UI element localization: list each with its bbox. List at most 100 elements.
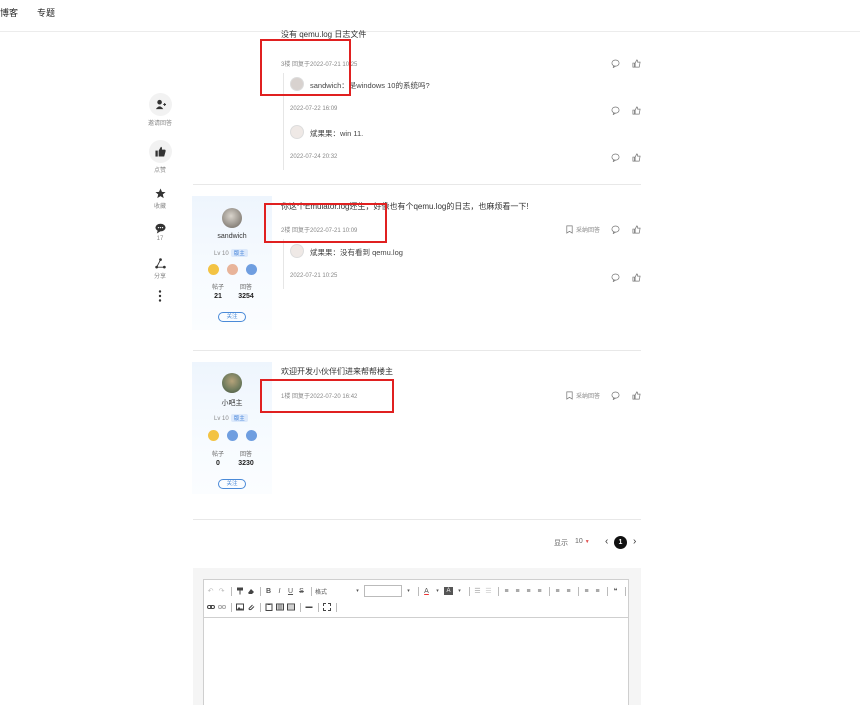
- float-more[interactable]: [135, 290, 185, 302]
- follow-button[interactable]: 关注: [218, 479, 246, 489]
- comment-icon[interactable]: [611, 106, 620, 115]
- post1-content: 欢迎开发小伙伴们进来帮帮楼主: [281, 367, 393, 376]
- image-icon[interactable]: [235, 602, 244, 613]
- chevron-down-icon[interactable]: ▾: [455, 586, 464, 597]
- bold-icon[interactable]: B: [264, 586, 273, 597]
- comment-icon[interactable]: [611, 225, 620, 234]
- align-left-icon[interactable]: ≡: [502, 586, 511, 597]
- user-card-sandwich: sandwich Lv 10 版主 帖子 回答 21 3254 关注: [192, 196, 272, 330]
- post2-reply1-time: 2022-07-21 10:25: [290, 273, 338, 279]
- align-center-icon[interactable]: ≡: [513, 586, 522, 597]
- user-name[interactable]: sandwich: [192, 233, 272, 240]
- editor-toolbar: ↶ ↷ B I U S 格式 ▾ ▾ A ▾ A ▾ ☰ ☰ ≡ ≡ ≡ ≡ ≡…: [206, 583, 626, 617]
- outdent-icon[interactable]: ☰: [473, 586, 482, 597]
- adopt-icon[interactable]: [565, 225, 574, 234]
- medal-icon: [227, 430, 238, 441]
- comment-icon[interactable]: [611, 273, 620, 282]
- page-size-label: 显示: [554, 540, 568, 547]
- post3-reply2-time: 2022-07-24 20:32: [290, 154, 338, 160]
- align-right-icon[interactable]: ≡: [524, 586, 533, 597]
- paste-icon[interactable]: [264, 602, 273, 613]
- comment-icon[interactable]: [154, 222, 166, 234]
- unlink-icon[interactable]: [217, 602, 226, 613]
- undo-icon[interactable]: ↶: [206, 586, 215, 597]
- user-level-text: Lv 10: [214, 251, 229, 257]
- bg-color-icon[interactable]: A: [444, 587, 453, 595]
- table-icon[interactable]: [275, 602, 284, 613]
- page-size-select[interactable]: 10 ▼: [575, 538, 590, 545]
- invite-user-icon[interactable]: [148, 93, 172, 116]
- float-comment[interactable]: 17: [135, 222, 185, 242]
- float-like[interactable]: 点赞: [135, 140, 185, 174]
- user-level-text: Lv 10: [214, 416, 229, 422]
- star-icon[interactable]: [154, 187, 166, 199]
- link-icon[interactable]: [206, 602, 215, 613]
- thumbs-up-icon[interactable]: [632, 153, 641, 162]
- nav-topic-link[interactable]: 专题: [37, 6, 55, 19]
- fullscreen-icon[interactable]: [322, 602, 331, 613]
- editor-text-area[interactable]: [204, 617, 628, 706]
- toolbar-row-2: [206, 600, 340, 614]
- avatar[interactable]: [222, 208, 242, 228]
- highlight-box: [260, 39, 351, 96]
- format-painter-icon[interactable]: [235, 586, 244, 597]
- align-justify-icon[interactable]: ≡: [535, 586, 544, 597]
- post2-reply1-text: 斌果果：没有看到 qemu.log: [310, 248, 403, 257]
- top-nav: 博客 专题: [0, 0, 860, 32]
- share-icon[interactable]: [154, 257, 166, 269]
- thumbs-up-icon[interactable]: [632, 225, 641, 234]
- thumbs-up-icon[interactable]: [632, 391, 641, 400]
- adopt-icon[interactable]: [565, 391, 574, 400]
- italic-icon[interactable]: I: [275, 586, 284, 597]
- comment-icon[interactable]: [611, 59, 620, 68]
- user-level: Lv 10 版主: [214, 249, 248, 257]
- next-page-button[interactable]: ›: [633, 536, 636, 547]
- table-edit-icon[interactable]: [286, 602, 295, 613]
- chevron-down-icon[interactable]: ▾: [404, 586, 413, 597]
- float-invite[interactable]: 邀请回答: [135, 93, 185, 127]
- attachment-icon[interactable]: [246, 602, 255, 613]
- quote-icon[interactable]: ❝: [611, 586, 620, 597]
- thumbs-up-icon[interactable]: [148, 140, 172, 163]
- chevron-down-icon[interactable]: ▾: [353, 586, 362, 597]
- horizontal-rule-icon[interactable]: [304, 602, 313, 613]
- thumbs-up-icon[interactable]: [632, 59, 641, 68]
- bullet-list-icon[interactable]: ≡: [593, 586, 602, 597]
- adopt-answer-button[interactable]: 采纳回答: [576, 391, 600, 400]
- float-share[interactable]: 分享: [135, 257, 185, 280]
- text-color-icon[interactable]: A: [422, 586, 431, 597]
- follow-button[interactable]: 关注: [218, 312, 246, 322]
- medal-icon: [246, 430, 257, 441]
- adopt-answer-button[interactable]: 采纳回答: [576, 225, 600, 234]
- indent-icon[interactable]: ☰: [484, 586, 493, 597]
- avatar[interactable]: [222, 373, 242, 393]
- replies-count: 3230: [238, 460, 254, 467]
- strikethrough-icon[interactable]: S: [297, 586, 306, 597]
- prev-page-button[interactable]: ‹: [605, 536, 608, 547]
- redo-icon[interactable]: ↷: [217, 586, 226, 597]
- page-size-value: 10: [575, 538, 583, 545]
- ordered-list-icon[interactable]: ≡: [582, 586, 591, 597]
- more-vertical-icon[interactable]: [154, 290, 166, 302]
- line-height-icon[interactable]: ≡: [553, 586, 562, 597]
- underline-icon[interactable]: U: [286, 586, 295, 597]
- user-level: Lv 10 版主: [214, 414, 248, 422]
- moderator-badge: 版主: [230, 414, 248, 422]
- format-select[interactable]: 格式: [315, 586, 351, 597]
- comment-icon[interactable]: [611, 153, 620, 162]
- thumbs-up-icon[interactable]: [632, 106, 641, 115]
- float-favorite[interactable]: 收藏: [135, 187, 185, 210]
- medal-icon: [227, 264, 238, 275]
- avatar[interactable]: [290, 125, 304, 139]
- post3-reply1-time: 2022-07-22 16:09: [290, 106, 338, 112]
- avatar[interactable]: [290, 244, 304, 258]
- float-favorite-label: 收藏: [153, 204, 166, 210]
- paragraph-spacing-icon[interactable]: ≡: [564, 586, 573, 597]
- font-size-select[interactable]: [364, 585, 402, 597]
- comment-icon[interactable]: [611, 391, 620, 400]
- chevron-down-icon[interactable]: ▾: [433, 586, 442, 597]
- nav-blog-link[interactable]: 博客: [0, 6, 18, 19]
- current-page-button[interactable]: 1: [614, 536, 627, 549]
- thumbs-up-icon[interactable]: [632, 273, 641, 282]
- clear-format-icon[interactable]: [246, 586, 255, 597]
